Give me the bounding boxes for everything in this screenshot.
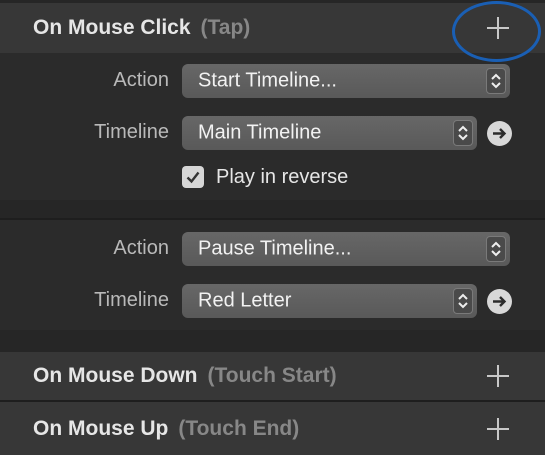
up-down-chevron-icon [486, 236, 506, 262]
add-action-plus-icon[interactable] [487, 365, 509, 387]
up-down-chevron-icon [486, 68, 506, 94]
action-block: Action Start Timeline... Timeline Main T… [0, 53, 545, 200]
event-subtitle: (Tap) [200, 16, 251, 39]
timeline-label: Timeline [94, 289, 169, 311]
action-label: Action [113, 237, 169, 259]
action-label: Action [113, 69, 169, 91]
event-header-mouse-up[interactable]: On Mouse Up (Touch End) [0, 402, 545, 455]
up-down-chevron-icon [453, 288, 473, 314]
action-select[interactable]: Pause Timeline... [182, 232, 510, 266]
event-title: On Mouse Click (Tap) [33, 16, 250, 40]
action-block: Action Pause Timeline... Timeline Red Le… [0, 220, 545, 330]
up-down-chevron-icon [453, 120, 473, 146]
event-title-text: On Mouse Up [33, 416, 169, 440]
add-action-plus-icon[interactable] [487, 417, 509, 440]
timeline-select[interactable]: Main Timeline [182, 116, 477, 150]
timeline-select-value: Red Letter [198, 289, 292, 312]
timeline-select-value: Main Timeline [198, 121, 322, 144]
arrow-right-icon[interactable] [487, 289, 512, 314]
event-header-mouse-click[interactable]: On Mouse Click (Tap) [0, 3, 545, 53]
event-subtitle: (Touch Start) [207, 364, 337, 387]
checkmark-icon [186, 171, 200, 184]
event-title: On Mouse Up (Touch End) [33, 417, 299, 441]
checkbox-label: Play in reverse [216, 166, 349, 188]
add-action-plus-icon[interactable] [487, 17, 509, 39]
action-select[interactable]: Start Timeline... [182, 64, 510, 98]
event-title-text: On Mouse Down [33, 364, 198, 387]
action-select-value: Pause Timeline... [198, 237, 352, 260]
timeline-select[interactable]: Red Letter [182, 284, 477, 318]
arrow-right-icon[interactable] [487, 121, 512, 146]
action-select-value: Start Timeline... [198, 69, 337, 92]
event-subtitle: (Touch End) [178, 416, 300, 440]
actions-panel: On Mouse Click (Tap) Action Start Timelin… [0, 0, 545, 455]
event-title-text: On Mouse Click [33, 16, 191, 39]
timeline-label: Timeline [94, 121, 169, 143]
play-in-reverse-checkbox[interactable] [182, 166, 204, 188]
event-title: On Mouse Down (Touch Start) [33, 364, 337, 388]
event-header-mouse-down[interactable]: On Mouse Down (Touch Start) [0, 352, 545, 400]
